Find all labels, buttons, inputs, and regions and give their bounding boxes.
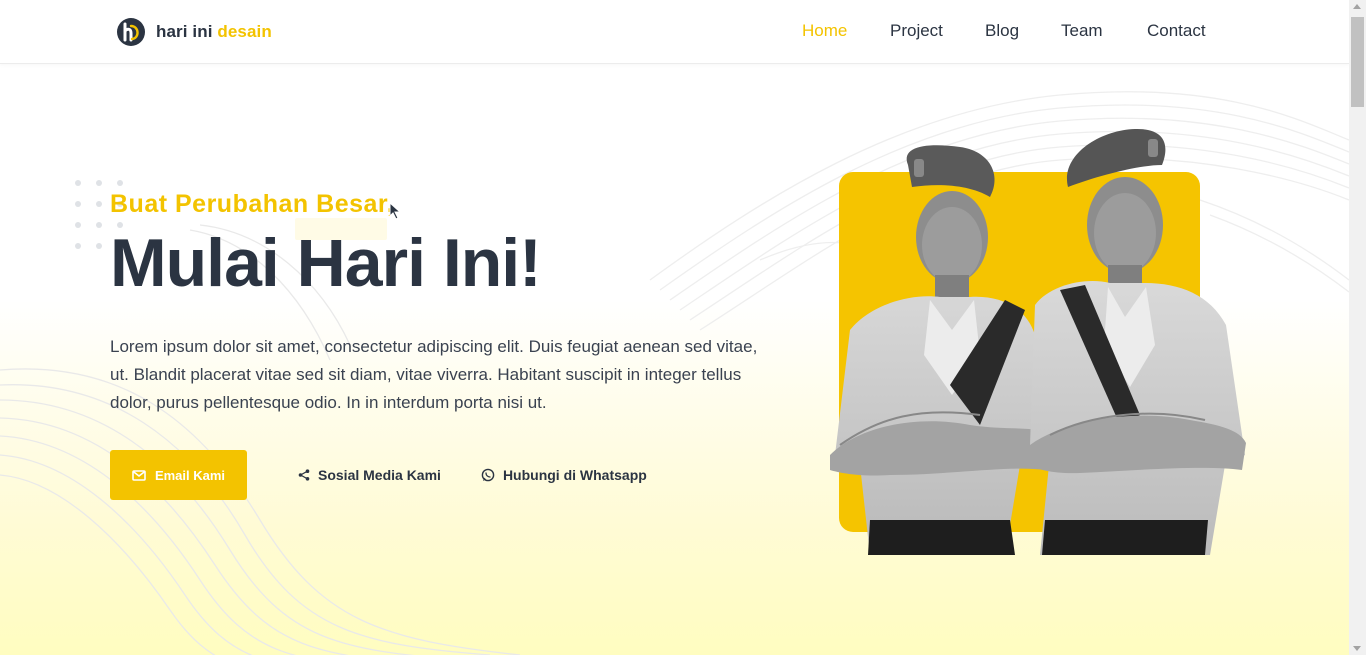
scroll-thumb[interactable] [1351, 17, 1364, 107]
email-button[interactable]: Email Kami [110, 450, 247, 500]
hero-description: Lorem ipsum dolor sit amet, consectetur … [110, 337, 758, 412]
envelope-icon [132, 469, 146, 481]
scroll-up-arrow-icon[interactable] [1353, 4, 1361, 9]
whatsapp-link[interactable]: Hubungi di Whatsapp [481, 467, 647, 483]
main-nav: Home Project Blog Team Contact [0, 21, 1349, 43]
share-icon [298, 469, 310, 481]
nav-item-blog[interactable]: Blog [985, 21, 1019, 41]
hero-section: Buat Perubahan Besar, Mulai Hari Ini! Lo… [110, 190, 770, 500]
social-media-label: Sosial Media Kami [318, 467, 441, 483]
kicker-highlight [295, 218, 387, 240]
scroll-down-arrow-icon[interactable] [1353, 646, 1361, 651]
whatsapp-icon [481, 468, 495, 482]
hero-kicker: Buat Perubahan Besar, [110, 190, 395, 218]
mouse-cursor-icon [389, 202, 402, 220]
nav-item-contact[interactable]: Contact [1147, 21, 1206, 41]
hero-title: Mulai Hari Ini! [110, 225, 542, 301]
social-media-link[interactable]: Sosial Media Kami [298, 467, 441, 483]
email-button-label: Email Kami [154, 467, 226, 483]
nav-item-team[interactable]: Team [1061, 21, 1103, 41]
hero-photo [830, 125, 1250, 555]
whatsapp-label: Hubungi di Whatsapp [502, 467, 647, 483]
site-header: hari ini desain Home Project Blog Team C… [0, 0, 1349, 64]
person-left-image [830, 145, 1050, 555]
page-scrollbar[interactable] [1349, 0, 1366, 655]
nav-item-project[interactable]: Project [890, 21, 943, 41]
person-right-image [1030, 128, 1246, 555]
landing-page: hari ini desain Home Project Blog Team C… [0, 0, 1349, 655]
nav-item-home[interactable]: Home [802, 21, 847, 41]
hero-actions: Email Kami Sosial Media Kami Hubungi di … [110, 450, 770, 500]
